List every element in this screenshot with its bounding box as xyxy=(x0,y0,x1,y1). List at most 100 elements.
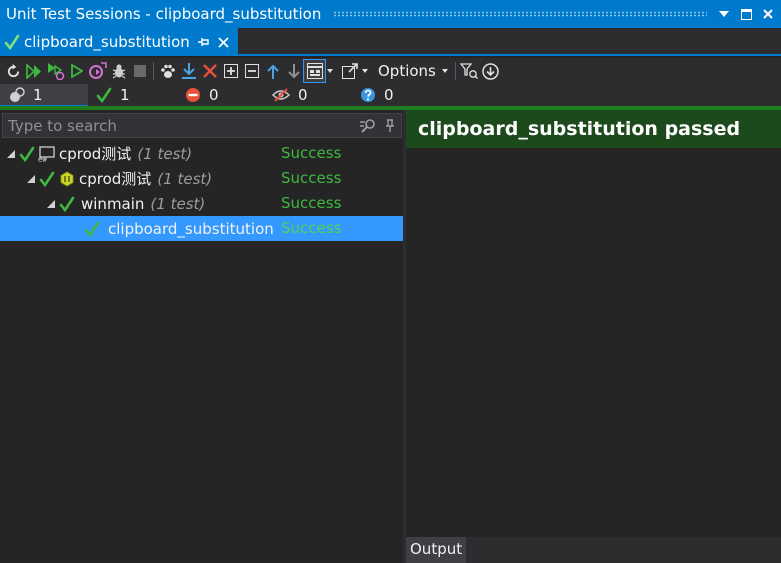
tree-row-class[interactable]: winmain (1 test) Success xyxy=(0,191,403,216)
close-tab-icon[interactable] xyxy=(218,36,229,48)
tree-item-name: cprod测试 xyxy=(79,170,152,188)
previous-button[interactable] xyxy=(262,60,283,82)
counter-total-value: 1 xyxy=(33,85,43,104)
run-selected-button[interactable] xyxy=(45,60,66,82)
run-all-button[interactable] xyxy=(24,60,45,82)
status-counters: 1 1 0 0 0 xyxy=(0,84,781,106)
test-tree-pane: C# cprod测试 (1 test) Success cprod测试 (1 t… xyxy=(0,110,403,563)
check-icon xyxy=(59,196,75,212)
check-icon xyxy=(39,171,55,187)
debug-button[interactable] xyxy=(108,60,129,82)
counter-failed[interactable]: 0 xyxy=(185,84,219,106)
run-button[interactable] xyxy=(66,60,87,82)
close-window-button[interactable] xyxy=(759,4,777,24)
options-menu[interactable]: Options xyxy=(370,60,452,82)
result-header: clipboard_substitution passed xyxy=(406,110,781,148)
expand-arrow[interactable] xyxy=(5,149,17,158)
counter-unknown[interactable]: 0 xyxy=(360,84,394,106)
tree-row-test-selected[interactable]: clipboard_substitution Success xyxy=(0,216,403,241)
tree-row-project[interactable]: C# cprod测试 (1 test) Success xyxy=(0,141,403,166)
expand-arrow[interactable] xyxy=(25,174,37,183)
test-result-pane: clipboard_substitution passed Output xyxy=(406,110,781,563)
check-icon xyxy=(84,221,100,237)
search-icon xyxy=(360,118,375,133)
export-icon xyxy=(341,63,358,79)
passed-status-icon xyxy=(17,146,37,162)
pin-search-button[interactable] xyxy=(379,118,401,133)
profile-button[interactable] xyxy=(87,60,108,82)
tree-item-name: cprod测试 xyxy=(59,145,132,163)
toolbar-separator xyxy=(454,62,456,80)
counter-passed[interactable]: 1 xyxy=(96,84,130,106)
tree-row-namespace[interactable]: cprod测试 (1 test) Success xyxy=(0,166,403,191)
run-all-icon xyxy=(26,63,41,79)
expand-all-icon xyxy=(223,64,238,78)
tree-item-count: (1 test) xyxy=(150,194,206,213)
track-running-button[interactable] xyxy=(157,60,178,82)
tab-output[interactable]: Output xyxy=(406,537,467,563)
passed-status-icon xyxy=(37,171,57,187)
stop-icon xyxy=(133,65,146,77)
stop-button[interactable] xyxy=(129,60,150,82)
search-options-button[interactable] xyxy=(357,118,379,134)
scroll-to-bottom-button[interactable] xyxy=(480,60,501,82)
options-label: Options xyxy=(378,62,436,80)
toolbar: Options xyxy=(0,58,781,84)
expand-arrow[interactable] xyxy=(45,199,57,208)
filter-icon xyxy=(460,63,479,79)
collapse-all-button[interactable] xyxy=(241,60,262,82)
remove-button[interactable] xyxy=(199,60,220,82)
session-icon xyxy=(10,86,25,102)
group-by-button[interactable] xyxy=(303,59,326,83)
tree-item-count: (1 test) xyxy=(157,169,213,188)
namespace-icon xyxy=(57,171,77,187)
collapse-to-button[interactable] xyxy=(178,60,199,82)
failed-icon xyxy=(186,88,200,102)
arrow-down-bar-icon xyxy=(181,63,196,79)
ignored-icon xyxy=(272,88,290,102)
svg-text:C#: C# xyxy=(38,157,47,162)
pin-icon[interactable] xyxy=(197,37,210,47)
chevron-down-icon xyxy=(362,69,368,73)
triangle-expanded-icon xyxy=(27,174,35,183)
search-input[interactable] xyxy=(3,116,357,135)
circle-arrow-down-icon xyxy=(482,62,499,80)
window-titlebar: Unit Test Sessions - clipboard_substitut… xyxy=(0,0,781,28)
counter-ignored-value: 0 xyxy=(298,86,308,104)
tree-item-status: Success xyxy=(281,194,342,212)
counter-total[interactable]: 1 xyxy=(0,84,88,106)
search-box xyxy=(2,113,402,138)
filter-button[interactable] xyxy=(459,60,480,82)
group-by-icon xyxy=(306,63,323,79)
output-tabbar: Output xyxy=(406,537,781,563)
tree-item-status: Success xyxy=(281,144,342,162)
export-dropdown[interactable] xyxy=(360,60,370,82)
check-icon xyxy=(19,146,35,162)
triangle-down-icon xyxy=(719,11,729,17)
dropdown-button[interactable] xyxy=(715,4,733,24)
tree-item-status: Success xyxy=(281,169,342,187)
tree-item-count: (1 test) xyxy=(137,144,193,163)
chevron-down-icon xyxy=(441,69,448,73)
toolbar-separator xyxy=(153,62,154,80)
tree-item-name: winmain xyxy=(81,194,145,213)
maximize-button[interactable] xyxy=(737,4,755,24)
tab-strip: clipboard_substitution xyxy=(0,28,781,56)
counter-failed-value: 0 xyxy=(209,86,219,104)
export-button[interactable] xyxy=(339,60,360,82)
bug-icon xyxy=(112,64,125,79)
maximize-icon xyxy=(740,8,752,20)
window-title: Unit Test Sessions - clipboard_substitut… xyxy=(6,5,322,23)
group-by-dropdown[interactable] xyxy=(325,60,335,82)
counter-unknown-value: 0 xyxy=(384,86,394,104)
counter-ignored[interactable]: 0 xyxy=(272,84,308,106)
drag-grip[interactable] xyxy=(333,11,707,17)
remove-icon xyxy=(202,64,217,78)
arrow-up-icon xyxy=(266,64,279,79)
next-button[interactable] xyxy=(283,60,304,82)
chevron-down-icon xyxy=(327,69,333,73)
passed-status-icon xyxy=(82,221,102,237)
tab-clipboard-substitution[interactable]: clipboard_substitution xyxy=(0,28,238,56)
expand-all-button[interactable] xyxy=(220,60,241,82)
refresh-button[interactable] xyxy=(3,60,24,82)
